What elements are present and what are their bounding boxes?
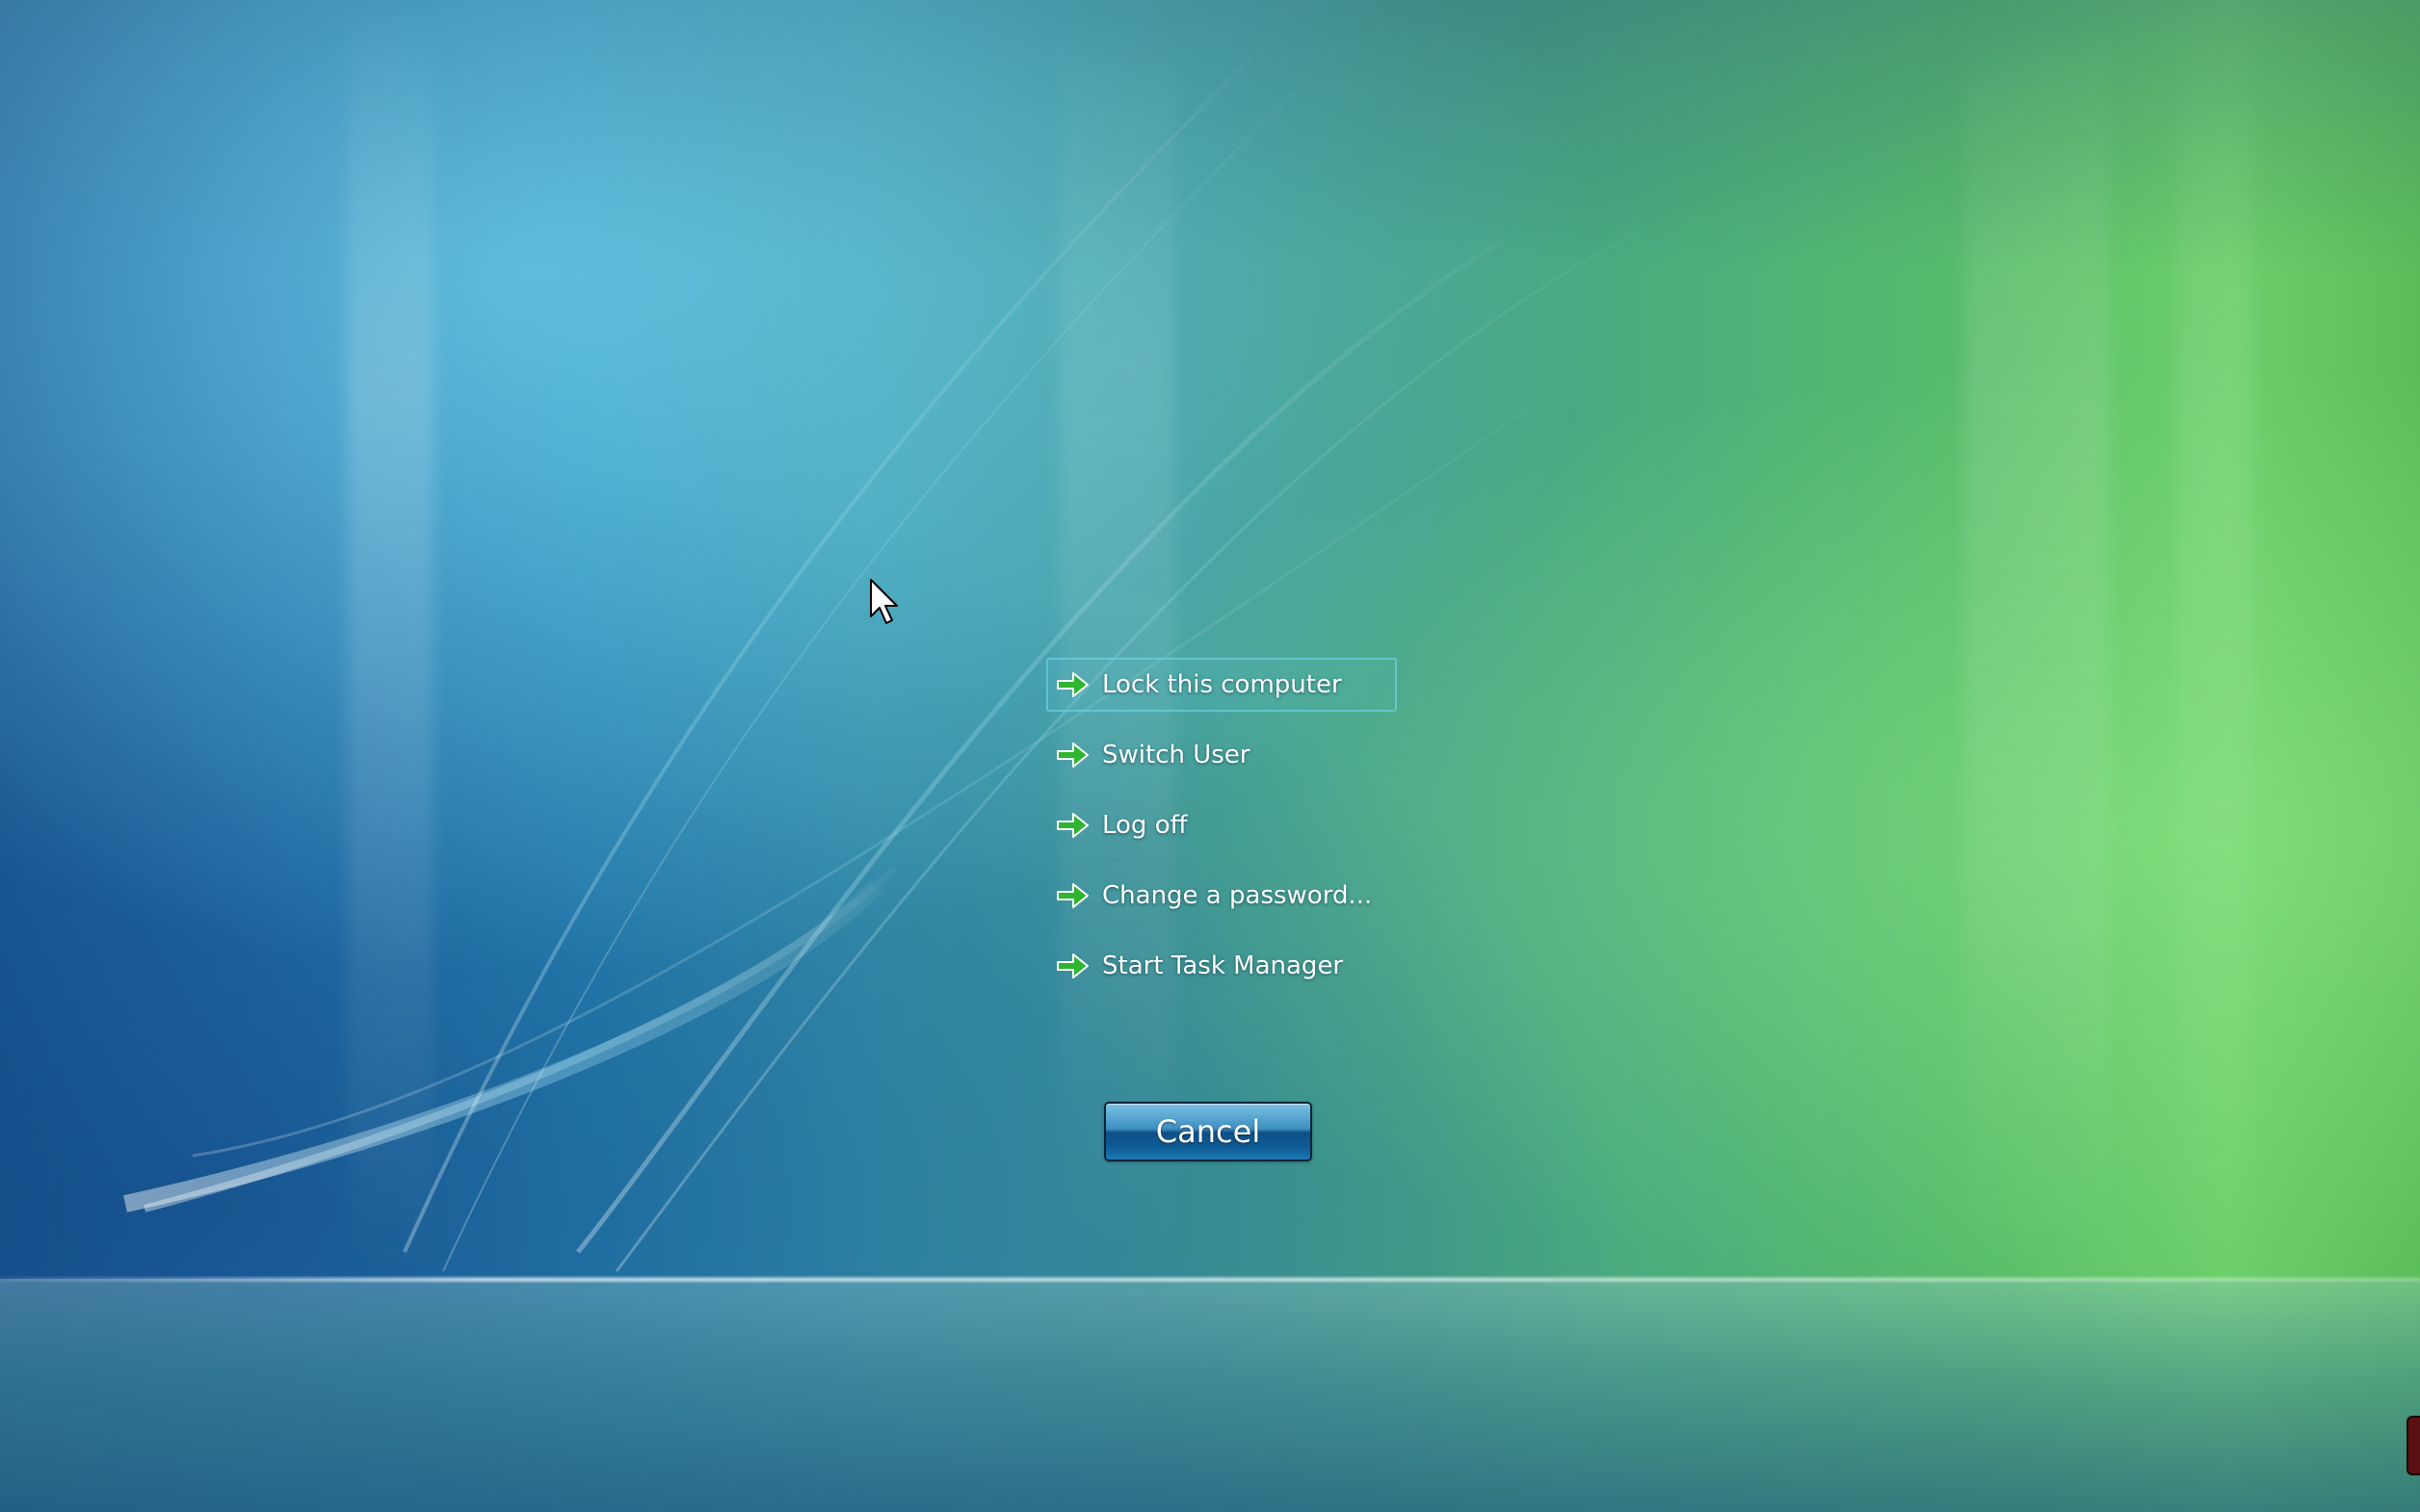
power-button-edge[interactable] bbox=[2407, 1416, 2420, 1475]
cancel-button[interactable]: Cancel bbox=[1104, 1102, 1312, 1161]
green-arrow-icon bbox=[1054, 736, 1092, 774]
light-shaft bbox=[1060, 0, 1175, 1281]
horizon-line bbox=[0, 1277, 2420, 1282]
option-label: Lock this computer bbox=[1102, 670, 1342, 699]
option-label: Change a password... bbox=[1102, 881, 1373, 910]
light-shaft bbox=[1965, 0, 2110, 1281]
green-arrow-icon bbox=[1054, 947, 1092, 985]
option-label: Start Task Manager bbox=[1102, 952, 1344, 980]
green-arrow-icon bbox=[1054, 876, 1092, 915]
option-label: Switch User bbox=[1102, 741, 1250, 769]
option-label: Log off bbox=[1102, 811, 1188, 840]
light-shaft bbox=[2177, 0, 2254, 1281]
floor-reflection bbox=[0, 1279, 2420, 1512]
lock-computer-option[interactable]: Lock this computer bbox=[1046, 658, 1397, 712]
green-arrow-icon bbox=[1054, 806, 1092, 845]
light-shaft bbox=[347, 0, 434, 1281]
task-manager-option[interactable]: Start Task Manager bbox=[1046, 939, 1397, 993]
switch-user-option[interactable]: Switch User bbox=[1046, 728, 1397, 782]
change-password-option[interactable]: Change a password... bbox=[1046, 869, 1397, 923]
green-arrow-icon bbox=[1054, 665, 1092, 704]
mouse-cursor-icon bbox=[870, 579, 898, 624]
log-off-option[interactable]: Log off bbox=[1046, 798, 1397, 852]
security-options-menu: Lock this computer Switch User Log off C… bbox=[1046, 658, 1397, 1009]
